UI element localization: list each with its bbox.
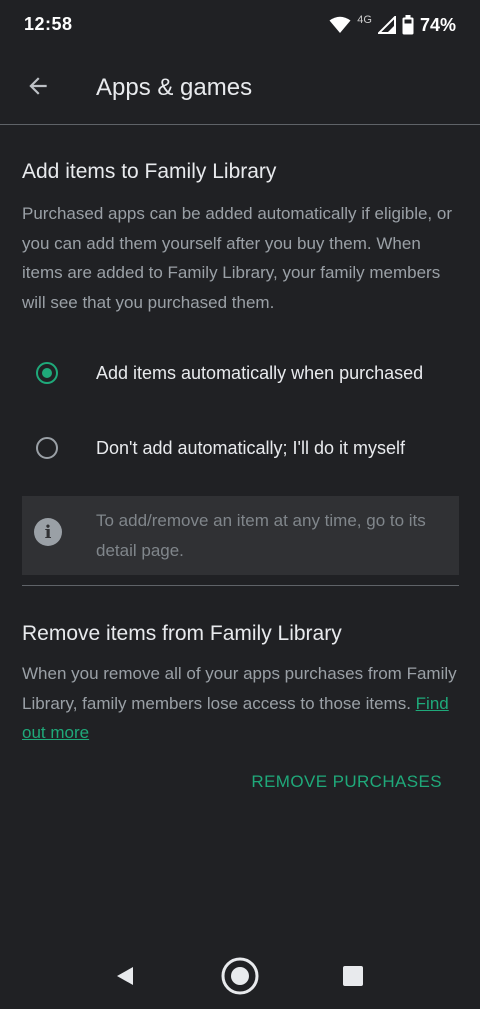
radio-label-automatic: Add items automatically when purchased [96, 362, 424, 383]
home-circle-icon [220, 956, 260, 1001]
nav-back-button[interactable] [103, 956, 147, 1000]
back-triangle-icon [114, 965, 136, 992]
page-title: Apps & games [96, 74, 253, 101]
radio-label-manual: Don't add automatically; I'll do it myse… [96, 437, 406, 458]
cellular-signal-icon [377, 16, 396, 34]
network-type-label: 4G [357, 14, 372, 26]
system-nav-bar [0, 940, 480, 1009]
status-bar: 12:58 4G 74% [0, 0, 480, 52]
app-bar: Apps & games [0, 52, 480, 125]
arrow-left-icon [25, 73, 51, 104]
remove-section-description-block: When you remove all of your apps purchas… [22, 659, 462, 748]
remove-section-title: Remove items from Family Library [22, 622, 342, 645]
wifi-icon [329, 16, 351, 34]
back-button[interactable] [18, 68, 58, 108]
recents-square-icon [342, 965, 364, 992]
nav-home-button[interactable] [218, 956, 262, 1000]
add-section-title: Add items to Family Library [22, 160, 277, 183]
nav-recents-button[interactable] [331, 956, 375, 1000]
battery-percentage: 74% [419, 14, 456, 35]
add-section-description: Purchased apps can be added automaticall… [22, 204, 452, 312]
radio-option-automatic[interactable]: Add items automatically when purchased [22, 345, 462, 401]
remove-purchases-button[interactable]: REMOVE PURCHASES [251, 772, 442, 792]
status-icons: 4G 74% [329, 12, 456, 38]
section-divider [22, 585, 459, 586]
info-box: i To add/remove an item at any time, go … [22, 496, 459, 575]
info-icon: i [34, 518, 62, 546]
radio-button-unchecked[interactable] [36, 437, 58, 459]
status-time: 12:58 [24, 14, 73, 34]
radio-option-manual[interactable]: Don't add automatically; I'll do it myse… [22, 420, 462, 476]
radio-button-checked[interactable] [36, 362, 58, 384]
battery-icon [402, 15, 414, 35]
info-text: To add/remove an item at any time, go to… [96, 511, 426, 560]
remove-section-description: When you remove all of your apps purchas… [22, 664, 457, 713]
